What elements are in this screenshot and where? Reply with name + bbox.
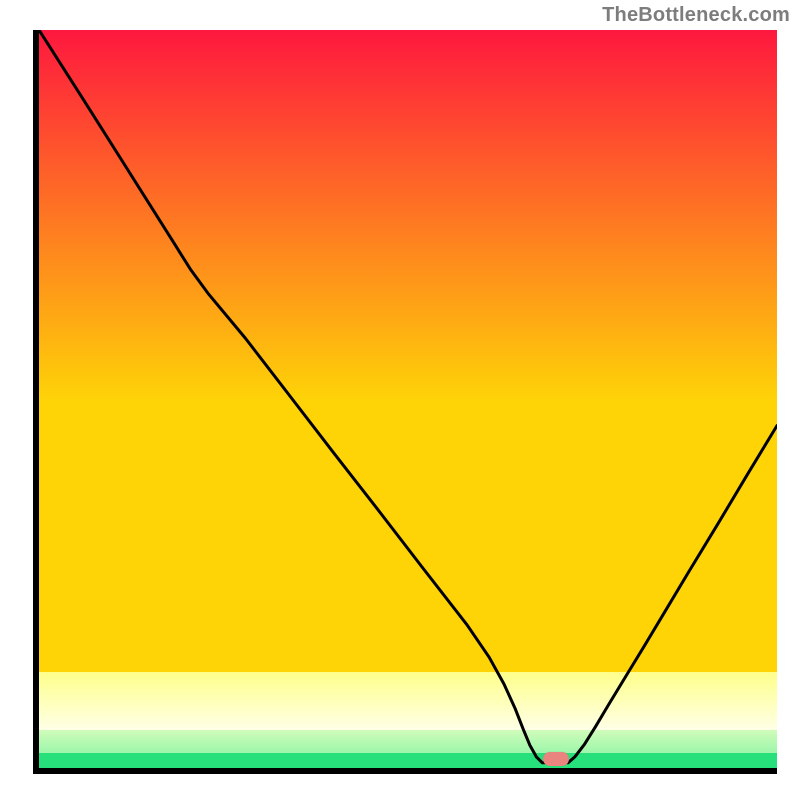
gradient-band-green <box>39 753 777 768</box>
plot-area <box>33 30 777 774</box>
optimal-marker <box>543 752 569 766</box>
gradient-band-main <box>39 30 777 672</box>
attribution-text: TheBottleneck.com <box>602 4 790 27</box>
gradient-band-cream <box>39 672 777 730</box>
chart-container: TheBottleneck.com <box>0 0 800 800</box>
gradient-band-pale <box>39 730 777 753</box>
chart-svg <box>39 30 777 768</box>
